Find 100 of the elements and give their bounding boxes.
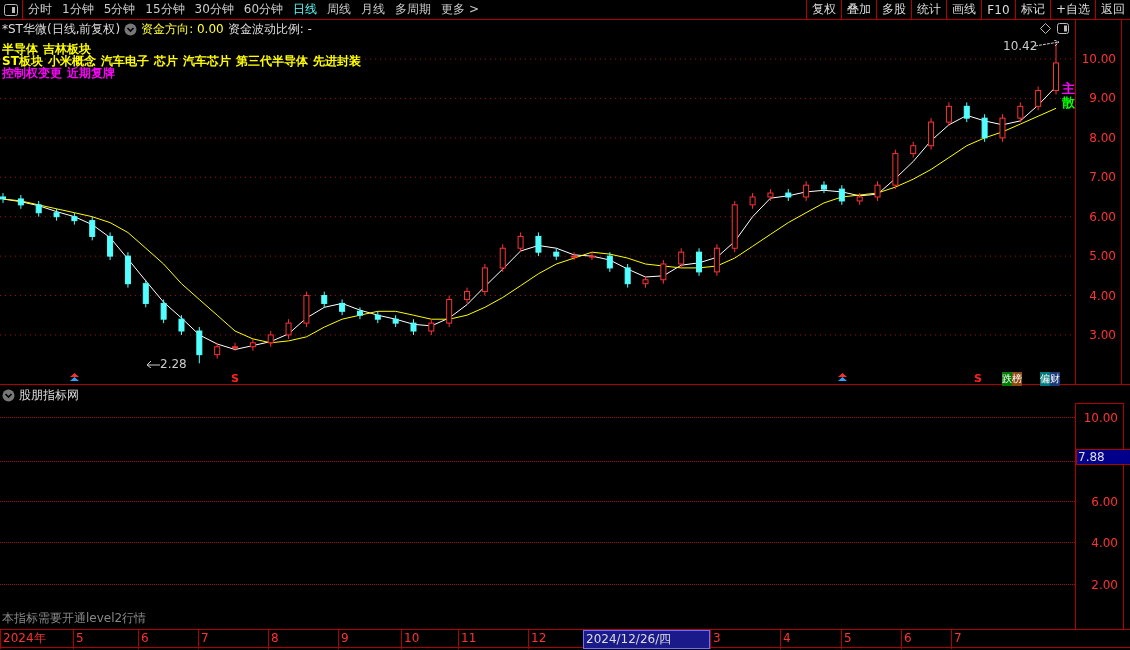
candlestick xyxy=(874,180,881,202)
candlestick xyxy=(696,247,703,277)
concept-tag[interactable]: 芯片 xyxy=(153,55,178,67)
axis-tick-label: 6.00 xyxy=(1089,209,1116,224)
candlestick xyxy=(928,117,935,151)
current-value-badge: 7.88 xyxy=(1076,449,1130,466)
concept-tag[interactable]: 汽车电子 xyxy=(100,55,149,67)
candlestick xyxy=(89,216,96,241)
period-tab[interactable]: 1分钟 xyxy=(57,0,99,19)
date-label: 5 xyxy=(841,630,901,649)
candlestick xyxy=(410,318,417,336)
candlestick xyxy=(588,251,595,261)
date-label: 2024年 xyxy=(0,630,73,649)
date-label: 5 xyxy=(73,630,138,649)
candlestick xyxy=(731,200,738,253)
period-tab[interactable]: 日线 xyxy=(288,0,323,19)
candlestick xyxy=(749,192,756,210)
candlestick xyxy=(803,180,810,202)
candlestick xyxy=(499,243,506,273)
candlestick xyxy=(571,251,578,261)
signal-mark: 主 xyxy=(1062,82,1075,96)
candlestick xyxy=(660,259,667,285)
panel-toggle-icon[interactable] xyxy=(4,3,18,16)
candlestick xyxy=(464,287,471,304)
candlestick xyxy=(1053,41,1059,95)
toolbar-button[interactable]: 画线 xyxy=(945,0,981,19)
candlestick xyxy=(892,149,899,190)
candlestick xyxy=(1017,101,1024,123)
concept-tag[interactable]: 半导体 xyxy=(2,43,38,55)
concept-tag[interactable]: 先进封装 xyxy=(312,55,361,67)
candlestick xyxy=(178,314,185,336)
candlestick xyxy=(981,113,988,143)
fund-ratio: 资金波动比例: - xyxy=(227,23,312,35)
fund-direction: 资金方向: 0.00 xyxy=(141,23,224,35)
candlestick xyxy=(303,291,310,328)
axis-tick-label: 7.00 xyxy=(1089,170,1116,185)
concept-tag[interactable]: ST板块 xyxy=(2,55,43,67)
candlestick xyxy=(678,247,685,269)
candlestick xyxy=(535,231,542,257)
period-tab[interactable]: 更多 > xyxy=(436,0,484,19)
toolbar-button[interactable]: F10 xyxy=(980,0,1015,19)
concept-tag[interactable]: 吉林板块 xyxy=(43,43,91,55)
toolbar-button[interactable]: 返回 xyxy=(1095,0,1130,19)
candlestick xyxy=(999,113,1006,143)
axis-tick-label: 10.00 xyxy=(1081,52,1116,66)
toolbar-button[interactable]: 多股 xyxy=(875,0,911,19)
candlestick xyxy=(821,180,827,194)
candlestick xyxy=(35,200,42,218)
candlestick xyxy=(945,101,952,127)
chevron-down-icon[interactable] xyxy=(2,389,15,402)
period-tab[interactable]: 60分钟 xyxy=(238,0,289,19)
period-tab[interactable]: 多周期 xyxy=(390,0,437,19)
concept-tag[interactable]: 控制权变更 xyxy=(2,67,62,79)
candlestick xyxy=(71,212,78,226)
toolbar-button[interactable]: 标记 xyxy=(1014,0,1050,19)
toolbar-button[interactable]: +自选 xyxy=(1049,0,1095,19)
period-tab[interactable]: 30分钟 xyxy=(189,0,239,19)
period-tab[interactable]: 周线 xyxy=(322,0,357,19)
toolbar-button[interactable]: 复权 xyxy=(805,0,841,19)
candlestick xyxy=(517,231,524,253)
toolbar-button[interactable]: 统计 xyxy=(910,0,946,19)
date-label: 7 xyxy=(951,630,1130,649)
date-label: 9 xyxy=(338,630,401,649)
double-arrow-icon xyxy=(838,372,847,381)
high-price-label: 10.42 xyxy=(1003,39,1038,53)
indicator-note: 本指标需要开通level2行情 xyxy=(2,610,147,627)
concept-tag[interactable]: 近期复牌 xyxy=(67,67,115,79)
date-label: 3 xyxy=(710,630,780,649)
date-label: 10 xyxy=(401,630,458,649)
candlestick xyxy=(285,318,292,340)
candlestick xyxy=(53,208,60,222)
axis-tick-label: 3.00 xyxy=(1089,327,1116,342)
toolbar-button[interactable]: 叠加 xyxy=(840,0,876,19)
date-label: 2024/12/26/四 xyxy=(583,630,710,649)
period-tab[interactable]: 5分钟 xyxy=(98,0,141,19)
arrow-icon xyxy=(1035,40,1061,48)
date-label: 11 xyxy=(458,630,528,649)
candlestick xyxy=(321,291,328,308)
period-tab[interactable]: 月线 xyxy=(356,0,391,19)
candlestick xyxy=(856,192,863,206)
panel-toggle-icon[interactable] xyxy=(1057,23,1069,34)
candlestick xyxy=(785,188,792,202)
date-label: 7 xyxy=(198,630,268,649)
candlestick xyxy=(713,243,720,277)
diamond-icon[interactable] xyxy=(1040,23,1051,34)
date-label: 4 xyxy=(780,630,841,649)
candlestick xyxy=(142,279,149,308)
axis-tick-label: 4.00 xyxy=(1089,288,1116,303)
axis-tick-label: 8.00 xyxy=(1089,130,1116,145)
concept-tag[interactable]: 第三代半导体 xyxy=(235,55,308,67)
period-tab[interactable]: 分时 xyxy=(23,0,57,19)
candlestick xyxy=(267,330,274,348)
candlestick xyxy=(214,342,221,360)
concept-tag[interactable]: 小米概念 xyxy=(47,55,96,67)
candlestick xyxy=(838,184,845,206)
axis-tick-label: 4.00 xyxy=(1091,536,1118,551)
concept-tag[interactable]: 汽车芯片 xyxy=(182,55,231,67)
axis-tick-label: 2.00 xyxy=(1091,578,1118,593)
chevron-down-icon[interactable] xyxy=(124,22,138,36)
period-tab[interactable]: 15分钟 xyxy=(140,0,190,19)
